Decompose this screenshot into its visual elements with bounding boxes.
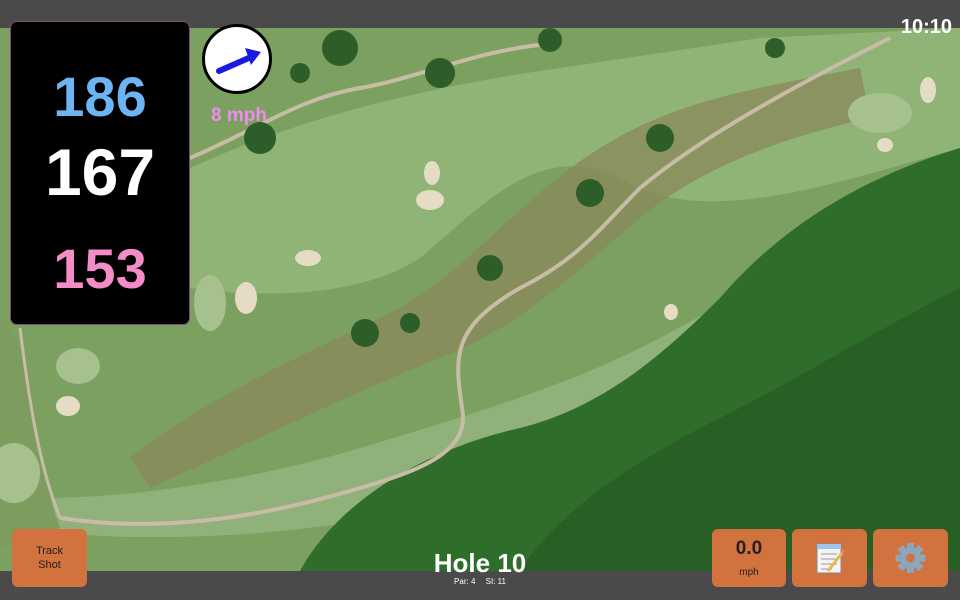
track-shot-label: Track Shot — [35, 545, 64, 571]
speed-button[interactable]: 0.0 mph — [712, 529, 786, 587]
wind-indicator — [202, 24, 272, 94]
par-label: Par: 4 — [454, 577, 476, 586]
arrow-right-icon — [216, 48, 261, 74]
speed-value: 0.0 — [735, 538, 763, 559]
clock: 10:10 — [900, 16, 952, 38]
notes-icon — [816, 543, 846, 574]
front-distance: 153 — [53, 237, 147, 300]
track-shot-button[interactable]: Track Shot — [12, 529, 87, 587]
speed-unit: mph — [739, 567, 759, 578]
settings-button[interactable] — [873, 529, 948, 587]
wind-speed: 8 mph — [211, 105, 267, 126]
hole-info: Par: 4 SI: 11 — [380, 577, 580, 587]
notes-button[interactable] — [792, 529, 867, 587]
back-distance: 186 — [53, 65, 147, 128]
gear-icon — [895, 543, 926, 573]
hole-title: Hole 10 — [433, 548, 527, 578]
distance-panel: 186 167 153 — [11, 22, 189, 324]
stroke-index-label: SI: 11 — [485, 577, 506, 586]
middle-distance: 167 — [44, 135, 156, 209]
